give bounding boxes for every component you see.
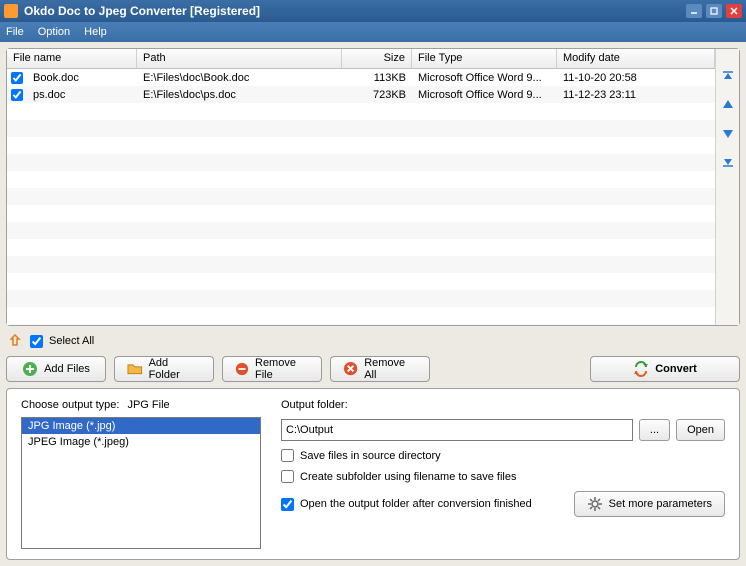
close-button[interactable] [726,4,742,18]
remove-file-button[interactable]: Remove File [222,356,322,382]
more-params-label: Set more parameters [609,498,712,510]
output-list-item[interactable]: JPG Image (*.jpg) [22,418,260,434]
plus-icon [22,361,38,377]
output-type-section: Choose output type: JPG File JPG Image (… [21,399,261,549]
open-folder-button[interactable]: Open [676,419,725,441]
output-folder-label: Output folder: [281,399,725,411]
select-all-label: Select All [49,335,94,347]
open-after-label: Open the output folder after conversion … [300,498,532,510]
folder-icon [127,361,143,377]
create-subfolder-label: Create subfolder using filename to save … [300,471,516,483]
add-folder-label: Add Folder [149,357,201,381]
cell-path: E:\Files\doc\ps.doc [137,89,342,101]
set-more-parameters-button[interactable]: Set more parameters [574,491,725,517]
create-subfolder-checkbox[interactable] [281,470,294,483]
maximize-button[interactable] [706,4,722,18]
col-size[interactable]: Size [342,49,412,68]
select-all-checkbox[interactable] [30,335,43,348]
gear-icon [587,496,603,512]
move-bottom-button[interactable] [720,153,736,169]
output-folder-section: Output folder: ... Open Save files in so… [281,399,725,549]
output-panel: Choose output type: JPG File JPG Image (… [6,388,740,560]
convert-icon [633,361,649,377]
row-checkbox[interactable] [11,89,23,101]
file-table-header: File name Path Size File Type Modify dat… [7,49,715,69]
col-modifydate[interactable]: Modify date [557,49,715,68]
convert-button[interactable]: Convert [590,356,740,382]
reorder-sidebar [715,49,739,325]
row-checkbox[interactable] [11,72,23,84]
select-all-row: Select All [6,332,740,350]
output-type-label: Choose output type: [21,399,119,411]
add-files-label: Add Files [44,363,90,375]
cell-path: E:\Files\doc\Book.doc [137,72,342,84]
minimize-button[interactable] [686,4,702,18]
add-folder-button[interactable]: Add Folder [114,356,214,382]
titlebar: Okdo Doc to Jpeg Converter [Registered] [0,0,746,22]
table-row[interactable]: ps.docE:\Files\doc\ps.doc723KBMicrosoft … [7,86,715,103]
add-files-button[interactable]: Add Files [6,356,106,382]
output-type-list[interactable]: JPG Image (*.jpg)JPEG Image (*.jpeg) [21,417,261,549]
move-top-button[interactable] [720,69,736,85]
cell-type: Microsoft Office Word 9... [412,72,557,84]
col-filename[interactable]: File name [7,49,137,68]
move-up-button[interactable] [720,97,736,113]
output-folder-input[interactable] [281,419,633,441]
file-list-panel: File name Path Size File Type Modify dat… [6,48,740,326]
file-table-body[interactable]: Book.docE:\Files\doc\Book.doc113KBMicros… [7,69,715,325]
menu-file[interactable]: File [6,26,24,38]
cell-date: 11-12-23 23:11 [557,89,715,101]
cell-date: 11-10-20 20:58 [557,72,715,84]
x-icon [343,361,358,377]
move-down-button[interactable] [720,125,736,141]
save-source-label: Save files in source directory [300,450,441,462]
menubar: File Option Help [0,22,746,42]
save-source-checkbox[interactable] [281,449,294,462]
window-title: Okdo Doc to Jpeg Converter [Registered] [24,4,682,18]
menu-help[interactable]: Help [84,26,107,38]
cell-filename: Book.doc [27,72,137,84]
cell-filename: ps.doc [27,89,137,101]
app-icon [4,4,18,18]
remove-all-button[interactable]: Remove All [330,356,430,382]
remove-file-label: Remove File [255,357,309,381]
open-after-checkbox[interactable] [281,498,294,511]
cell-size: 723KB [342,89,412,101]
cell-type: Microsoft Office Word 9... [412,89,557,101]
output-type-current: JPG File [127,399,169,411]
cell-size: 113KB [342,72,412,84]
convert-label: Convert [655,363,697,375]
col-filetype[interactable]: File Type [412,49,557,68]
action-button-row: Add Files Add Folder Remove File Remove … [6,356,740,382]
remove-all-label: Remove All [364,357,417,381]
col-path[interactable]: Path [137,49,342,68]
minus-icon [235,361,249,377]
browse-button[interactable]: ... [639,419,670,441]
table-row[interactable]: Book.docE:\Files\doc\Book.doc113KBMicros… [7,69,715,86]
up-folder-icon[interactable] [10,334,24,348]
menu-option[interactable]: Option [38,26,70,38]
output-list-item[interactable]: JPEG Image (*.jpeg) [22,434,260,450]
